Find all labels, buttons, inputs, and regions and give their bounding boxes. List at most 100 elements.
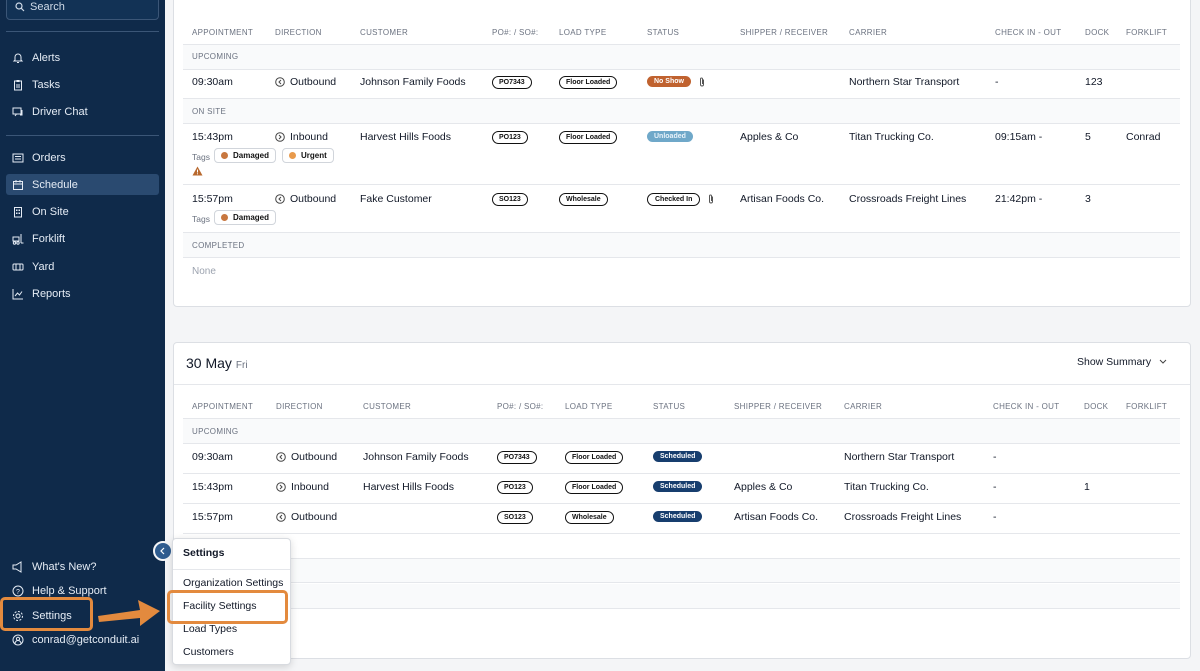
direction: Inbound [275,131,328,143]
clipboard-icon [14,79,22,90]
sidebar-item-alerts[interactable]: Alerts [6,47,159,68]
section-row [183,45,1180,69]
check-in-out: 09:15am - [995,131,1043,143]
shipper-receiver: Artisan Foods Co. [740,193,825,205]
divider [174,384,1190,385]
column-header: DIRECTION [276,402,323,411]
appointment-time: 09:30am [192,76,233,88]
status-badge: Scheduled [653,451,703,462]
po-badge: PO7343 [497,451,537,464]
divider [183,503,1180,504]
direction-label: Outbound [291,511,338,523]
sidebar-item-on-site[interactable]: On Site [6,201,159,222]
shipper-receiver: Artisan Foods Co. [734,511,819,523]
tag-dot [221,214,228,221]
bell-icon [12,53,24,63]
forklift-icon [12,233,24,245]
dock: 1 [1084,481,1090,493]
chevron-down-icon [1159,359,1167,364]
sidebar-item-whats-new[interactable]: What's New? [6,556,159,577]
arrow-right-icon [98,600,160,626]
sidebar-item-orders[interactable]: Orders [6,147,159,168]
sidebar-item-driver-chat[interactable]: Driver Chat [6,101,159,122]
divider [183,608,1180,609]
sidebar-item-label: Yard [32,260,55,273]
sidebar-item-account[interactable]: conrad@getconduit.ai [6,629,159,650]
divider [183,184,1180,185]
divider [183,582,1180,583]
dock: 5 [1085,131,1091,143]
show-summary-button[interactable]: Show Summary [1077,356,1167,368]
show-summary-label: Show Summary [1077,356,1152,368]
collapse-sidebar-button[interactable] [153,541,173,561]
menu-item-customers[interactable]: Customers [183,646,234,658]
sidebar-item-label: Schedule [32,178,78,191]
section-row [183,558,1180,582]
load-type-badge: Floor Loaded [559,131,618,144]
menu-item-organization-settings[interactable]: Organization Settings [183,577,283,589]
sidebar-item-forklift[interactable]: Forklift [6,228,159,249]
sidebar-item-label: Tasks [32,78,61,91]
so-badge: SO123 [492,193,528,206]
day-schedule-card: 30 May Fri Show Summary APPOINTMENT DIREC… [173,342,1191,659]
load-type-badge: Floor Loaded [565,481,624,494]
section-label: UPCOMING [192,52,239,61]
direction: Outbound [276,451,337,463]
appointment-time: 15:43pm [192,481,233,493]
tag-dot [289,152,296,159]
direction: Outbound [276,511,337,523]
section-row [183,99,1180,123]
column-header: CHECK IN - OUT [993,402,1060,411]
paperclip-icon[interactable] [707,194,715,204]
column-header: PO#: / SO#: [492,28,539,37]
sidebar-item-label: What's New? [32,560,97,573]
sidebar-item-schedule[interactable]: Schedule [6,174,159,195]
status-badge: No Show [647,76,691,87]
load-type-badge: Floor Loaded [559,76,618,89]
tag-label: Damaged [233,151,270,160]
settings-menu-title: Settings [183,547,225,559]
column-header: PO#: / SO#: [497,402,544,411]
load-type-badge: Floor Loaded [565,451,624,464]
sidebar-item-tasks[interactable]: Tasks [6,74,159,95]
appointment-time: 15:43pm [192,131,233,143]
svg-text:?: ? [16,589,20,596]
tags-label: Tags [192,152,210,162]
divider [183,123,1180,124]
column-header: SHIPPER / RECEIVER [740,28,829,37]
date-heading: 30 May Fri [186,355,248,371]
sidebar-item-label: On Site [32,205,69,218]
status-badge: Unloaded [647,131,693,142]
column-header: CUSTOMER [360,28,409,37]
check-in-out: - [993,451,997,463]
forklift: Conrad [1126,131,1161,143]
carrier: Crossroads Freight Lines [844,511,962,523]
column-header: DIRECTION [275,28,322,37]
chat-icon [12,107,23,116]
help-icon: ? [12,585,24,596]
tag: Damaged [214,210,277,225]
menu-item-load-types[interactable]: Load Types [183,623,237,635]
search-input[interactable]: Search [6,0,159,20]
sidebar-item-yard[interactable]: Yard [6,256,159,277]
po-badge: PO123 [497,481,533,494]
sidebar-divider [6,135,159,136]
divider [183,257,1180,258]
chevron-left-icon [160,547,165,555]
day-schedule-card: APPOINTMENT DIRECTION CUSTOMER PO#: / SO… [173,0,1191,307]
settings-highlight-box [0,597,93,631]
tag-label: Urgent [301,151,327,160]
column-header: DOCK [1085,28,1110,37]
sidebar-item-label: Driver Chat [32,105,88,118]
tags-label: Tags [192,214,210,224]
column-header: CARRIER [844,402,883,411]
column-header: LOAD TYPE [565,402,613,411]
status-badge: Checked In [647,193,701,206]
menu-divider [173,569,290,570]
tag-label: Damaged [233,213,270,222]
paperclip-icon[interactable] [698,77,706,87]
dock: 3 [1085,193,1091,205]
inbound-icon [275,132,285,142]
sidebar-item-reports[interactable]: Reports [6,283,159,304]
column-header: APPOINTMENT [192,402,254,411]
